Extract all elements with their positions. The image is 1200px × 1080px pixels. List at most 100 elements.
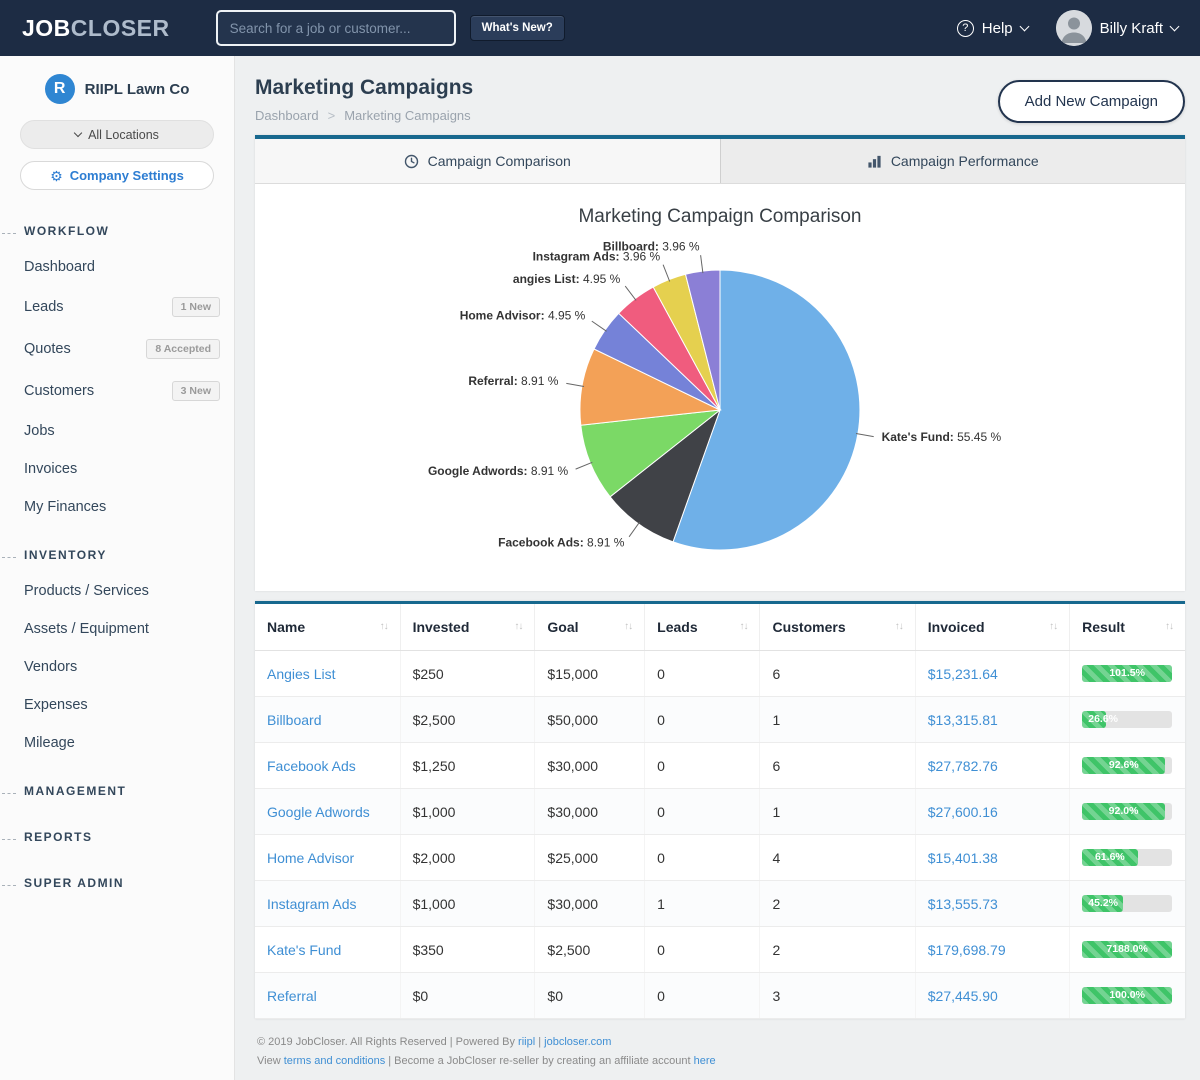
sidebar-item-dashboard[interactable]: Dashboard <box>0 248 234 286</box>
invoiced-amount-link[interactable]: $15,401.38 <box>928 850 998 866</box>
table-row: Billboard$2,500$50,00001$13,315.8126.6% <box>255 697 1185 743</box>
gear-icon: ⚙ <box>50 169 63 183</box>
table-cell: $2,000 <box>400 835 535 881</box>
sidebar-item-jobs[interactable]: Jobs <box>0 412 234 450</box>
page-header: Marketing Campaigns Dashboard > Marketin… <box>255 72 1185 123</box>
user-menu[interactable]: Billy Kraft <box>1056 10 1178 46</box>
column-header-goal[interactable]: Goal↑↓ <box>535 604 645 651</box>
chevron-down-icon <box>74 129 82 137</box>
sort-icon: ↑↓ <box>739 621 747 632</box>
sort-icon: ↑↓ <box>380 621 388 632</box>
riipl-link[interactable]: riipl <box>518 1036 535 1048</box>
table-row: Facebook Ads$1,250$30,00006$27,782.7692.… <box>255 743 1185 789</box>
pie-label: Billboard: 3.96 % <box>603 239 700 253</box>
chart-tabs: Campaign Comparison Campaign Performance <box>255 135 1185 184</box>
invoiced-amount-link[interactable]: $13,555.73 <box>928 896 998 912</box>
sidebar-item-label: Assets / Equipment <box>24 621 149 637</box>
table-cell: $2,500 <box>400 697 535 743</box>
whats-new-button[interactable]: What's New? <box>470 15 565 41</box>
app-logo[interactable]: JOBCLOSER <box>22 15 170 42</box>
invoiced-amount-link[interactable]: $27,782.76 <box>928 758 998 774</box>
company-settings-button[interactable]: ⚙ Company Settings <box>20 161 214 190</box>
campaign-name-link[interactable]: Referral <box>267 988 317 1004</box>
invoiced-amount-link[interactable]: $13,315.81 <box>928 712 998 728</box>
sidebar-item-label: Leads <box>24 299 64 315</box>
pie-leader-line <box>663 265 670 282</box>
invoiced-amount-link[interactable]: $179,698.79 <box>928 942 1006 958</box>
column-header-leads[interactable]: Leads↑↓ <box>645 604 760 651</box>
tab-campaign-comparison[interactable]: Campaign Comparison <box>255 139 721 183</box>
app-logo-primary: JOB <box>22 15 71 41</box>
pie-leader-line <box>856 434 874 437</box>
chart-title: Marketing Campaign Comparison <box>255 206 1185 228</box>
campaign-name-link[interactable]: Instagram Ads <box>267 896 357 912</box>
tab-label: Campaign Comparison <box>428 153 571 169</box>
bar-chart-icon <box>867 154 882 169</box>
sidebar-item-my-finances[interactable]: My Finances <box>0 488 234 526</box>
column-header-invoiced[interactable]: Invoiced↑↓ <box>915 604 1069 651</box>
add-new-campaign-button[interactable]: Add New Campaign <box>998 80 1185 123</box>
table-cell: 0 <box>645 973 760 1019</box>
sidebar-section-workflow[interactable]: WORKFLOW <box>0 214 234 248</box>
column-header-customers[interactable]: Customers↑↓ <box>760 604 915 651</box>
table-cell: $350 <box>400 927 535 973</box>
sidebar-item-label: Quotes <box>24 341 71 357</box>
clock-icon <box>404 154 419 169</box>
terms-link[interactable]: terms and conditions <box>284 1055 386 1067</box>
sidebar-item-assets-equipment[interactable]: Assets / Equipment <box>0 610 234 648</box>
sidebar-section-management[interactable]: MANAGEMENT <box>0 774 234 808</box>
invoiced-amount-link[interactable]: $15,231.64 <box>928 666 998 682</box>
column-header-name[interactable]: Name↑↓ <box>255 604 400 651</box>
jobcloser-link[interactable]: jobcloser.com <box>544 1036 611 1048</box>
nav-badge: 1 New <box>172 297 220 317</box>
campaign-name-link[interactable]: Home Advisor <box>267 850 354 866</box>
invoiced-amount-link[interactable]: $27,445.90 <box>928 988 998 1004</box>
campaign-name-link[interactable]: Angies List <box>267 666 335 682</box>
affiliate-link[interactable]: here <box>694 1055 716 1067</box>
sort-icon: ↑↓ <box>895 621 903 632</box>
sidebar-item-invoices[interactable]: Invoices <box>0 450 234 488</box>
sidebar-section-reports[interactable]: REPORTS <box>0 820 234 854</box>
all-locations-dropdown[interactable]: All Locations <box>20 120 214 149</box>
pie-label: Facebook Ads: 8.91 % <box>498 535 625 549</box>
pie-leader-line <box>566 383 584 386</box>
footer-line-2: View terms and conditions | Become a Job… <box>257 1052 1183 1071</box>
result-progress-bar: 92.0% <box>1082 803 1172 820</box>
campaign-name-link[interactable]: Billboard <box>267 712 321 728</box>
sidebar-section-super-admin[interactable]: SUPER ADMIN <box>0 866 234 900</box>
table-cell: $0 <box>535 973 645 1019</box>
tab-campaign-performance[interactable]: Campaign Performance <box>721 139 1186 183</box>
sidebar-item-quotes[interactable]: Quotes 8 Accepted <box>0 328 234 370</box>
sidebar-item-vendors[interactable]: Vendors <box>0 648 234 686</box>
sidebar-item-mileage[interactable]: Mileage <box>0 724 234 762</box>
global-search-input[interactable] <box>216 10 456 46</box>
breadcrumb-dashboard[interactable]: Dashboard <box>255 108 319 123</box>
sidebar-item-products-services[interactable]: Products / Services <box>0 572 234 610</box>
pie-label: Home Advisor: 4.95 % <box>460 309 586 323</box>
table-cell: 0 <box>645 835 760 881</box>
chevron-down-icon <box>1019 21 1029 31</box>
result-progress-bar: 26.6% <box>1082 711 1172 728</box>
top-navbar: JOBCLOSER What's New? ? Help Billy Kraft <box>0 0 1200 56</box>
table-cell: $250 <box>400 651 535 697</box>
table-cell: 2 <box>760 881 915 927</box>
campaign-name-link[interactable]: Facebook Ads <box>267 758 356 774</box>
column-header-invested[interactable]: Invested↑↓ <box>400 604 535 651</box>
column-header-result[interactable]: Result↑↓ <box>1070 604 1185 651</box>
pie-leader-line <box>592 321 607 331</box>
table-header-row: Name↑↓Invested↑↓Goal↑↓Leads↑↓Customers↑↓… <box>255 604 1185 651</box>
campaign-name-link[interactable]: Kate's Fund <box>267 942 341 958</box>
copyright-text: © 2019 JobCloser. All Rights Reserved | … <box>257 1036 518 1048</box>
sidebar-item-label: Products / Services <box>24 583 149 599</box>
sidebar-item-customers[interactable]: Customers3 New <box>0 370 234 412</box>
invoiced-amount-link[interactable]: $27,600.16 <box>928 804 998 820</box>
help-menu[interactable]: ? Help <box>957 20 1028 37</box>
sidebar-section-inventory[interactable]: INVENTORY <box>0 538 234 572</box>
campaign-name-link[interactable]: Google Adwords <box>267 804 370 820</box>
result-progress-bar: 92.6% <box>1082 757 1172 774</box>
sidebar-item-leads[interactable]: Leads 1 New <box>0 286 234 328</box>
sidebar-item-label: Expenses <box>24 697 88 713</box>
pie-label: Kate's Fund: 55.45 % <box>882 430 1002 444</box>
nav-badge: 8 Accepted <box>146 339 220 359</box>
sidebar-item-expenses[interactable]: Expenses <box>0 686 234 724</box>
